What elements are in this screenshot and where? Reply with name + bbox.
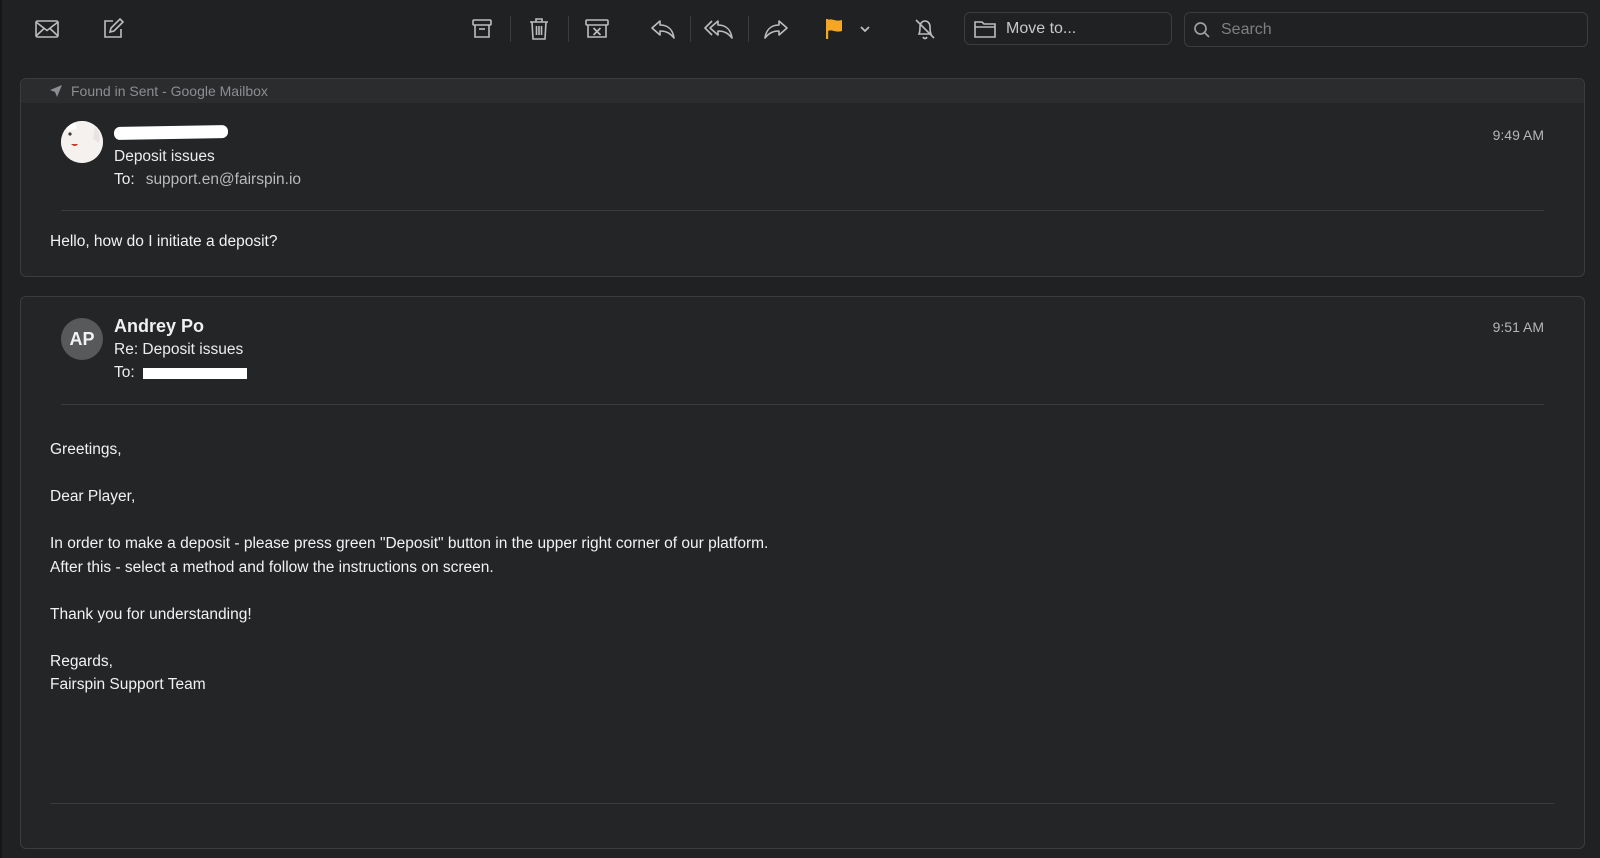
message-card: AP Andrey Po Re: Deposit issues To: 9:51… bbox=[20, 296, 1585, 849]
message-time: 9:49 AM bbox=[1492, 127, 1544, 143]
mail-window: Move to... Found in Sent - Google Mailbo… bbox=[0, 0, 1600, 858]
move-to-button[interactable]: Move to... bbox=[964, 12, 1172, 45]
redacted-sender bbox=[113, 125, 229, 140]
found-in-banner: Found in Sent - Google Mailbox bbox=[21, 79, 1584, 103]
chevron-down-icon bbox=[860, 26, 870, 33]
body-line: Fairspin Support Team bbox=[50, 676, 206, 693]
body-line: Dear Player, bbox=[50, 488, 136, 505]
flag-button[interactable] bbox=[817, 12, 851, 46]
archive-button[interactable] bbox=[465, 12, 499, 46]
avatar-initials: AP bbox=[69, 328, 95, 349]
flag-menu-button[interactable] bbox=[855, 12, 875, 46]
sender-name bbox=[113, 123, 229, 144]
compose-icon bbox=[104, 17, 125, 38]
forward-icon bbox=[764, 20, 788, 39]
message-subject: Re: Deposit issues bbox=[114, 341, 244, 358]
header-divider bbox=[61, 210, 1544, 211]
get-mail-button[interactable] bbox=[30, 12, 64, 46]
search-icon bbox=[1194, 21, 1210, 38]
reply-all-icon bbox=[704, 20, 733, 39]
to-label: To: bbox=[114, 171, 135, 188]
message-card: Found in Sent - Google Mailbox Deposit i… bbox=[20, 78, 1585, 277]
message-time: 9:51 AM bbox=[1492, 319, 1544, 335]
search-field[interactable] bbox=[1184, 12, 1588, 47]
to-label: To: bbox=[114, 364, 135, 381]
body-line: Regards, bbox=[50, 652, 113, 670]
forward-button[interactable] bbox=[759, 12, 793, 46]
reply-button[interactable] bbox=[646, 12, 680, 46]
junk-button[interactable] bbox=[580, 12, 614, 46]
body-line: Greetings, bbox=[50, 441, 122, 458]
sender-name[interactable]: Andrey Po bbox=[114, 316, 204, 337]
junk-icon bbox=[585, 19, 609, 38]
body-line: Thank you for understanding! bbox=[50, 605, 252, 623]
toolbar-separator bbox=[690, 16, 691, 42]
trash-icon bbox=[530, 18, 548, 40]
redacted-recipient bbox=[142, 367, 247, 379]
reply-all-button[interactable] bbox=[702, 12, 736, 46]
archive-icon bbox=[472, 19, 492, 38]
footer-divider bbox=[50, 803, 1554, 804]
folder-icon bbox=[974, 20, 996, 38]
recipient-line: To: support.en@fairspin.io bbox=[114, 171, 301, 189]
recipient-address[interactable]: support.en@fairspin.io bbox=[146, 171, 301, 189]
compose-button[interactable] bbox=[96, 12, 130, 46]
mute-button[interactable] bbox=[908, 12, 942, 46]
toolbar-separator bbox=[748, 16, 749, 42]
search-input[interactable] bbox=[1219, 19, 1583, 40]
paper-plane-icon bbox=[50, 85, 62, 97]
body-blank-line bbox=[50, 462, 768, 486]
body-line: Hello, how do I initiate a deposit? bbox=[50, 233, 278, 250]
body-blank-line bbox=[50, 626, 768, 650]
avatar-photo-icon bbox=[61, 121, 103, 163]
avatar bbox=[61, 121, 103, 163]
envelope-icon bbox=[35, 20, 59, 38]
found-in-label: Found in Sent - Google Mailbox bbox=[71, 83, 268, 99]
message-subject: Deposit issues bbox=[114, 148, 215, 165]
bell-slash-icon bbox=[915, 19, 935, 40]
avatar: AP bbox=[61, 318, 103, 360]
toolbar-separator bbox=[568, 16, 569, 42]
body-blank-line bbox=[50, 509, 768, 533]
toolbar-separator bbox=[510, 16, 511, 42]
header-divider bbox=[61, 404, 1544, 405]
flag-icon bbox=[826, 19, 842, 39]
move-to-label: Move to... bbox=[1006, 19, 1077, 37]
recipient-line: To: bbox=[114, 364, 247, 382]
body-line: After this - select a method and follow … bbox=[50, 558, 494, 576]
delete-button[interactable] bbox=[522, 12, 556, 46]
message-body: Hello, how do I initiate a deposit? bbox=[50, 230, 277, 254]
toolbar: Move to... bbox=[2, 0, 1600, 60]
message-body: Greetings, Dear Player, In order to make… bbox=[50, 438, 768, 697]
reply-icon bbox=[651, 20, 675, 39]
body-blank-line bbox=[50, 579, 768, 603]
body-line: In order to make a deposit - please pres… bbox=[50, 535, 769, 552]
